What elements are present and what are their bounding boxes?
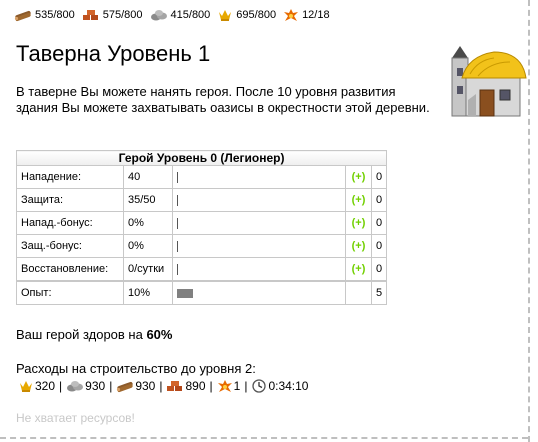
cost-iron-value: 930 bbox=[85, 379, 106, 393]
attribute-points-attack: 0 bbox=[370, 165, 388, 189]
iron-icon bbox=[150, 8, 171, 22]
cost-crop: 320 bbox=[18, 379, 55, 393]
experience-points: 5 bbox=[370, 280, 388, 305]
attribute-bar-tick bbox=[177, 217, 178, 229]
attribute-points-defense: 0 bbox=[370, 188, 388, 212]
attribute-value-attack: 40 bbox=[123, 165, 173, 189]
table-row: Восстановление: 0/сутки (+) 0 bbox=[16, 257, 388, 282]
resource-iron-value: 415/800 bbox=[170, 9, 211, 21]
attribute-label-defense: Защита: bbox=[16, 188, 124, 212]
resource-iron: 415/800 bbox=[150, 8, 211, 22]
lumber-icon bbox=[116, 379, 135, 393]
attribute-label-defense-bonus: Защ.-бонус: bbox=[16, 234, 124, 258]
cost-time: 0:34:10 bbox=[251, 379, 308, 393]
add-point-defense-button[interactable]: (+) bbox=[345, 188, 372, 212]
page-title: Таверна Уровень 1 bbox=[16, 41, 211, 66]
crop-consumption-icon bbox=[217, 379, 234, 393]
resource-lumber: 535/800 bbox=[14, 8, 75, 22]
attribute-bar-defense bbox=[172, 188, 346, 212]
attribute-value-defense-bonus: 0% bbox=[123, 234, 173, 258]
table-row: Защита: 35/50 (+) 0 bbox=[16, 188, 388, 212]
table-row-experience: Опыт: 10% 5 bbox=[16, 280, 388, 305]
clock-icon bbox=[251, 379, 268, 393]
cost-lumber: 930 bbox=[116, 379, 155, 393]
attribute-label-attack: Нападение: bbox=[16, 165, 124, 189]
hero-health-value: 60% bbox=[146, 327, 173, 342]
iron-icon bbox=[66, 379, 85, 393]
clay-icon bbox=[82, 8, 103, 22]
resource-bar: 535/800 575/800 415/800 695/800 12/18 bbox=[14, 6, 337, 24]
cost-separator: | bbox=[244, 379, 248, 393]
attribute-bar-tick bbox=[177, 194, 178, 206]
attribute-value-defense: 35/50 bbox=[123, 188, 173, 212]
attribute-bar-tick bbox=[177, 263, 178, 275]
hero-table-header-row: Герой Уровень 0 (Легионер) bbox=[15, 150, 388, 166]
cost-separator: | bbox=[109, 379, 113, 393]
cost-separator: | bbox=[59, 379, 63, 393]
add-point-defense-bonus-button[interactable]: (+) bbox=[345, 234, 372, 258]
experience-bar-cell bbox=[172, 280, 346, 305]
experience-empty-cell bbox=[345, 280, 372, 305]
attribute-bar-tick bbox=[177, 240, 178, 252]
attribute-value-regeneration: 0/сутки bbox=[123, 257, 173, 282]
table-row: Нападение: 40 (+) 0 bbox=[16, 165, 388, 189]
attribute-bar-attack bbox=[172, 165, 346, 189]
cost-clay-value: 890 bbox=[185, 379, 206, 393]
attribute-bar-regeneration bbox=[172, 257, 346, 282]
cost-separator: | bbox=[209, 379, 213, 393]
resource-clay: 575/800 bbox=[82, 8, 143, 22]
attribute-bar-defense-bonus bbox=[172, 234, 346, 258]
attribute-points-regeneration: 0 bbox=[370, 257, 388, 282]
add-point-regeneration-button[interactable]: (+) bbox=[345, 257, 372, 282]
hero-health-text: Ваш герой здоров на bbox=[16, 327, 147, 342]
cost-crop-value: 320 bbox=[35, 379, 56, 393]
attribute-points-attack-bonus: 0 bbox=[370, 211, 388, 235]
cost-lumber-value: 930 bbox=[135, 379, 156, 393]
attribute-label-attack-bonus: Напад.-бонус: bbox=[16, 211, 124, 235]
attribute-points-defense-bonus: 0 bbox=[370, 234, 388, 258]
tavern-building-icon bbox=[438, 38, 528, 128]
insufficient-resources-message: Не хватает ресурсов! bbox=[16, 411, 135, 425]
table-row: Защ.-бонус: 0% (+) 0 bbox=[16, 234, 388, 258]
cost-time-value: 0:34:10 bbox=[268, 379, 309, 393]
cost-crop-consumption: 1 bbox=[217, 379, 241, 393]
upgrade-costs-title: Расходы на строительство до уровня 2: bbox=[16, 361, 256, 376]
lumber-icon bbox=[14, 8, 35, 22]
page-border-bottom bbox=[0, 437, 528, 439]
cost-separator: | bbox=[159, 379, 163, 393]
table-row: Напад.-бонус: 0% (+) 0 bbox=[16, 211, 388, 235]
attribute-label-regeneration: Восстановление: bbox=[16, 257, 124, 282]
crop-icon bbox=[217, 8, 236, 22]
resource-crop-value: 695/800 bbox=[236, 9, 277, 21]
hero-health: Ваш герой здоров на 60% bbox=[16, 327, 172, 342]
clay-icon bbox=[166, 379, 185, 393]
hero-attributes-table: Герой Уровень 0 (Легионер) Нападение: 40… bbox=[15, 150, 388, 305]
resource-crop-consumption: 12/18 bbox=[283, 8, 330, 22]
experience-bar bbox=[177, 288, 193, 298]
attribute-value-attack-bonus: 0% bbox=[123, 211, 173, 235]
add-point-attack-bonus-button[interactable]: (+) bbox=[345, 211, 372, 235]
upgrade-costs: 320 | 930 | 930 | 890 | 1 | 0:34:10 bbox=[18, 378, 308, 394]
attribute-bar-tick bbox=[177, 171, 178, 183]
attribute-bar-attack-bonus bbox=[172, 211, 346, 235]
cost-iron: 930 bbox=[66, 379, 105, 393]
resource-clay-value: 575/800 bbox=[102, 9, 143, 21]
add-point-attack-button[interactable]: (+) bbox=[345, 165, 372, 189]
cost-clay: 890 bbox=[166, 379, 206, 393]
crop-icon bbox=[18, 379, 35, 393]
resource-crop-consumption-value: 12/18 bbox=[302, 9, 330, 21]
resource-lumber-value: 535/800 bbox=[35, 9, 75, 21]
crop-consumption-icon bbox=[283, 8, 302, 22]
cost-crop-consumption-value: 1 bbox=[233, 379, 241, 393]
resource-crop: 695/800 bbox=[217, 8, 276, 22]
page-border-right bbox=[528, 0, 530, 442]
tavern-description: В таверне Вы можете нанять героя. После … bbox=[16, 84, 430, 115]
experience-value: 10% bbox=[123, 280, 173, 305]
experience-label: Опыт: bbox=[16, 280, 124, 305]
hero-table-header: Герой Уровень 0 (Легионер) bbox=[15, 150, 388, 166]
